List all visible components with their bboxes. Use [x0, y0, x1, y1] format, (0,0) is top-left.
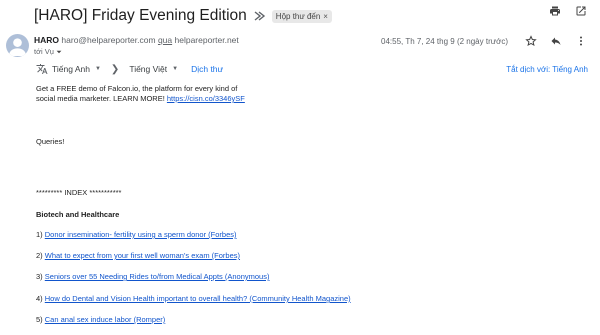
- index-heading: ********* INDEX ***********: [36, 188, 122, 197]
- list-item: 4) How do Dental and Vision Health impor…: [36, 294, 351, 304]
- translate-bar: Tiếng Anh ▼ ❯ Tiếng Việt ▼ Dịch thư Tắt …: [36, 62, 588, 76]
- translate-message-link[interactable]: Dịch thư: [191, 64, 223, 74]
- importance-marker-icon[interactable]: [254, 11, 266, 21]
- via-domain: helpareporter.net: [174, 35, 239, 45]
- target-language-select[interactable]: Tiếng Việt ▼: [129, 64, 178, 74]
- via-word[interactable]: qua: [158, 35, 172, 45]
- label-chip-text: Hộp thư đến: [275, 11, 321, 21]
- queries-heading: Queries!: [36, 137, 65, 146]
- query-link[interactable]: Donor insemination- fertility using a sp…: [45, 230, 237, 239]
- turn-off-translation-link[interactable]: Tắt dịch với: Tiếng Anh: [506, 65, 588, 74]
- list-item: 5) Can anal sex induce labor (Romper): [36, 315, 165, 325]
- email-subject: [HARO] Friday Evening Edition: [34, 7, 247, 24]
- item-number: 5): [36, 315, 43, 324]
- chevron-down-icon: [56, 50, 62, 53]
- chevron-down-icon: ▼: [172, 66, 179, 72]
- list-item: 3) Seniors over 55 Needing Rides to/from…: [36, 272, 269, 282]
- inbox-label-chip[interactable]: Hộp thư đến ×: [271, 9, 332, 23]
- query-link[interactable]: How do Dental and Vision Health importan…: [45, 294, 351, 303]
- email-date: 04:55, Th 7, 24 thg 9 (2 ngày trước): [381, 37, 508, 46]
- promo-link[interactable]: https://cisn.co/3346ySF: [167, 94, 245, 103]
- body-line: social media marketer. LEARN MORE! https…: [36, 94, 245, 104]
- item-number: 4): [36, 294, 43, 303]
- chevron-right-icon: ❯: [110, 63, 120, 75]
- label-remove-button[interactable]: ×: [323, 12, 328, 21]
- query-link[interactable]: Seniors over 55 Needing Rides to/from Me…: [45, 272, 270, 281]
- sender-line: HARO haro@helpareporter.com qua helparep…: [34, 35, 239, 45]
- open-in-new-window-icon[interactable]: [574, 4, 588, 18]
- more-vert-icon[interactable]: [574, 34, 588, 48]
- item-number: 1): [36, 230, 43, 239]
- source-language-select[interactable]: Tiếng Anh ▼: [52, 64, 101, 74]
- source-language-label: Tiếng Anh: [52, 64, 90, 74]
- recipient-text: tới Vụ: [34, 47, 54, 56]
- thread-actions: [548, 4, 588, 18]
- target-language-label: Tiếng Việt: [129, 64, 168, 74]
- query-link[interactable]: What to expect from your first well woma…: [45, 251, 240, 260]
- list-item: 1) Donor insemination- fertility using a…: [36, 230, 237, 240]
- avatar[interactable]: [6, 34, 29, 57]
- body-line: Get a FREE demo of Falcon.io, the platfo…: [36, 84, 238, 93]
- message-actions: [524, 34, 588, 48]
- reply-icon[interactable]: [549, 34, 563, 48]
- subject-row: [HARO] Friday Evening Edition Hộp thư đế…: [34, 5, 600, 27]
- sender-email: haro@helpareporter.com: [61, 35, 156, 45]
- recipient-details-toggle[interactable]: tới Vụ: [34, 47, 62, 56]
- sender-name[interactable]: HARO: [34, 35, 59, 45]
- item-number: 3): [36, 272, 43, 281]
- list-item: 2) What to expect from your first well w…: [36, 251, 240, 261]
- star-icon[interactable]: [524, 34, 538, 48]
- section-heading: Biotech and Healthcare: [36, 210, 120, 219]
- query-link[interactable]: Can anal sex induce labor (Romper): [45, 315, 165, 324]
- sender-header: HARO haro@helpareporter.com qua helparep…: [6, 34, 600, 58]
- print-icon[interactable]: [548, 4, 562, 18]
- chevron-down-icon: ▼: [94, 66, 101, 72]
- translate-icon: [36, 64, 48, 74]
- item-number: 2): [36, 251, 43, 260]
- body-text: social media marketer. LEARN MORE!: [36, 94, 165, 103]
